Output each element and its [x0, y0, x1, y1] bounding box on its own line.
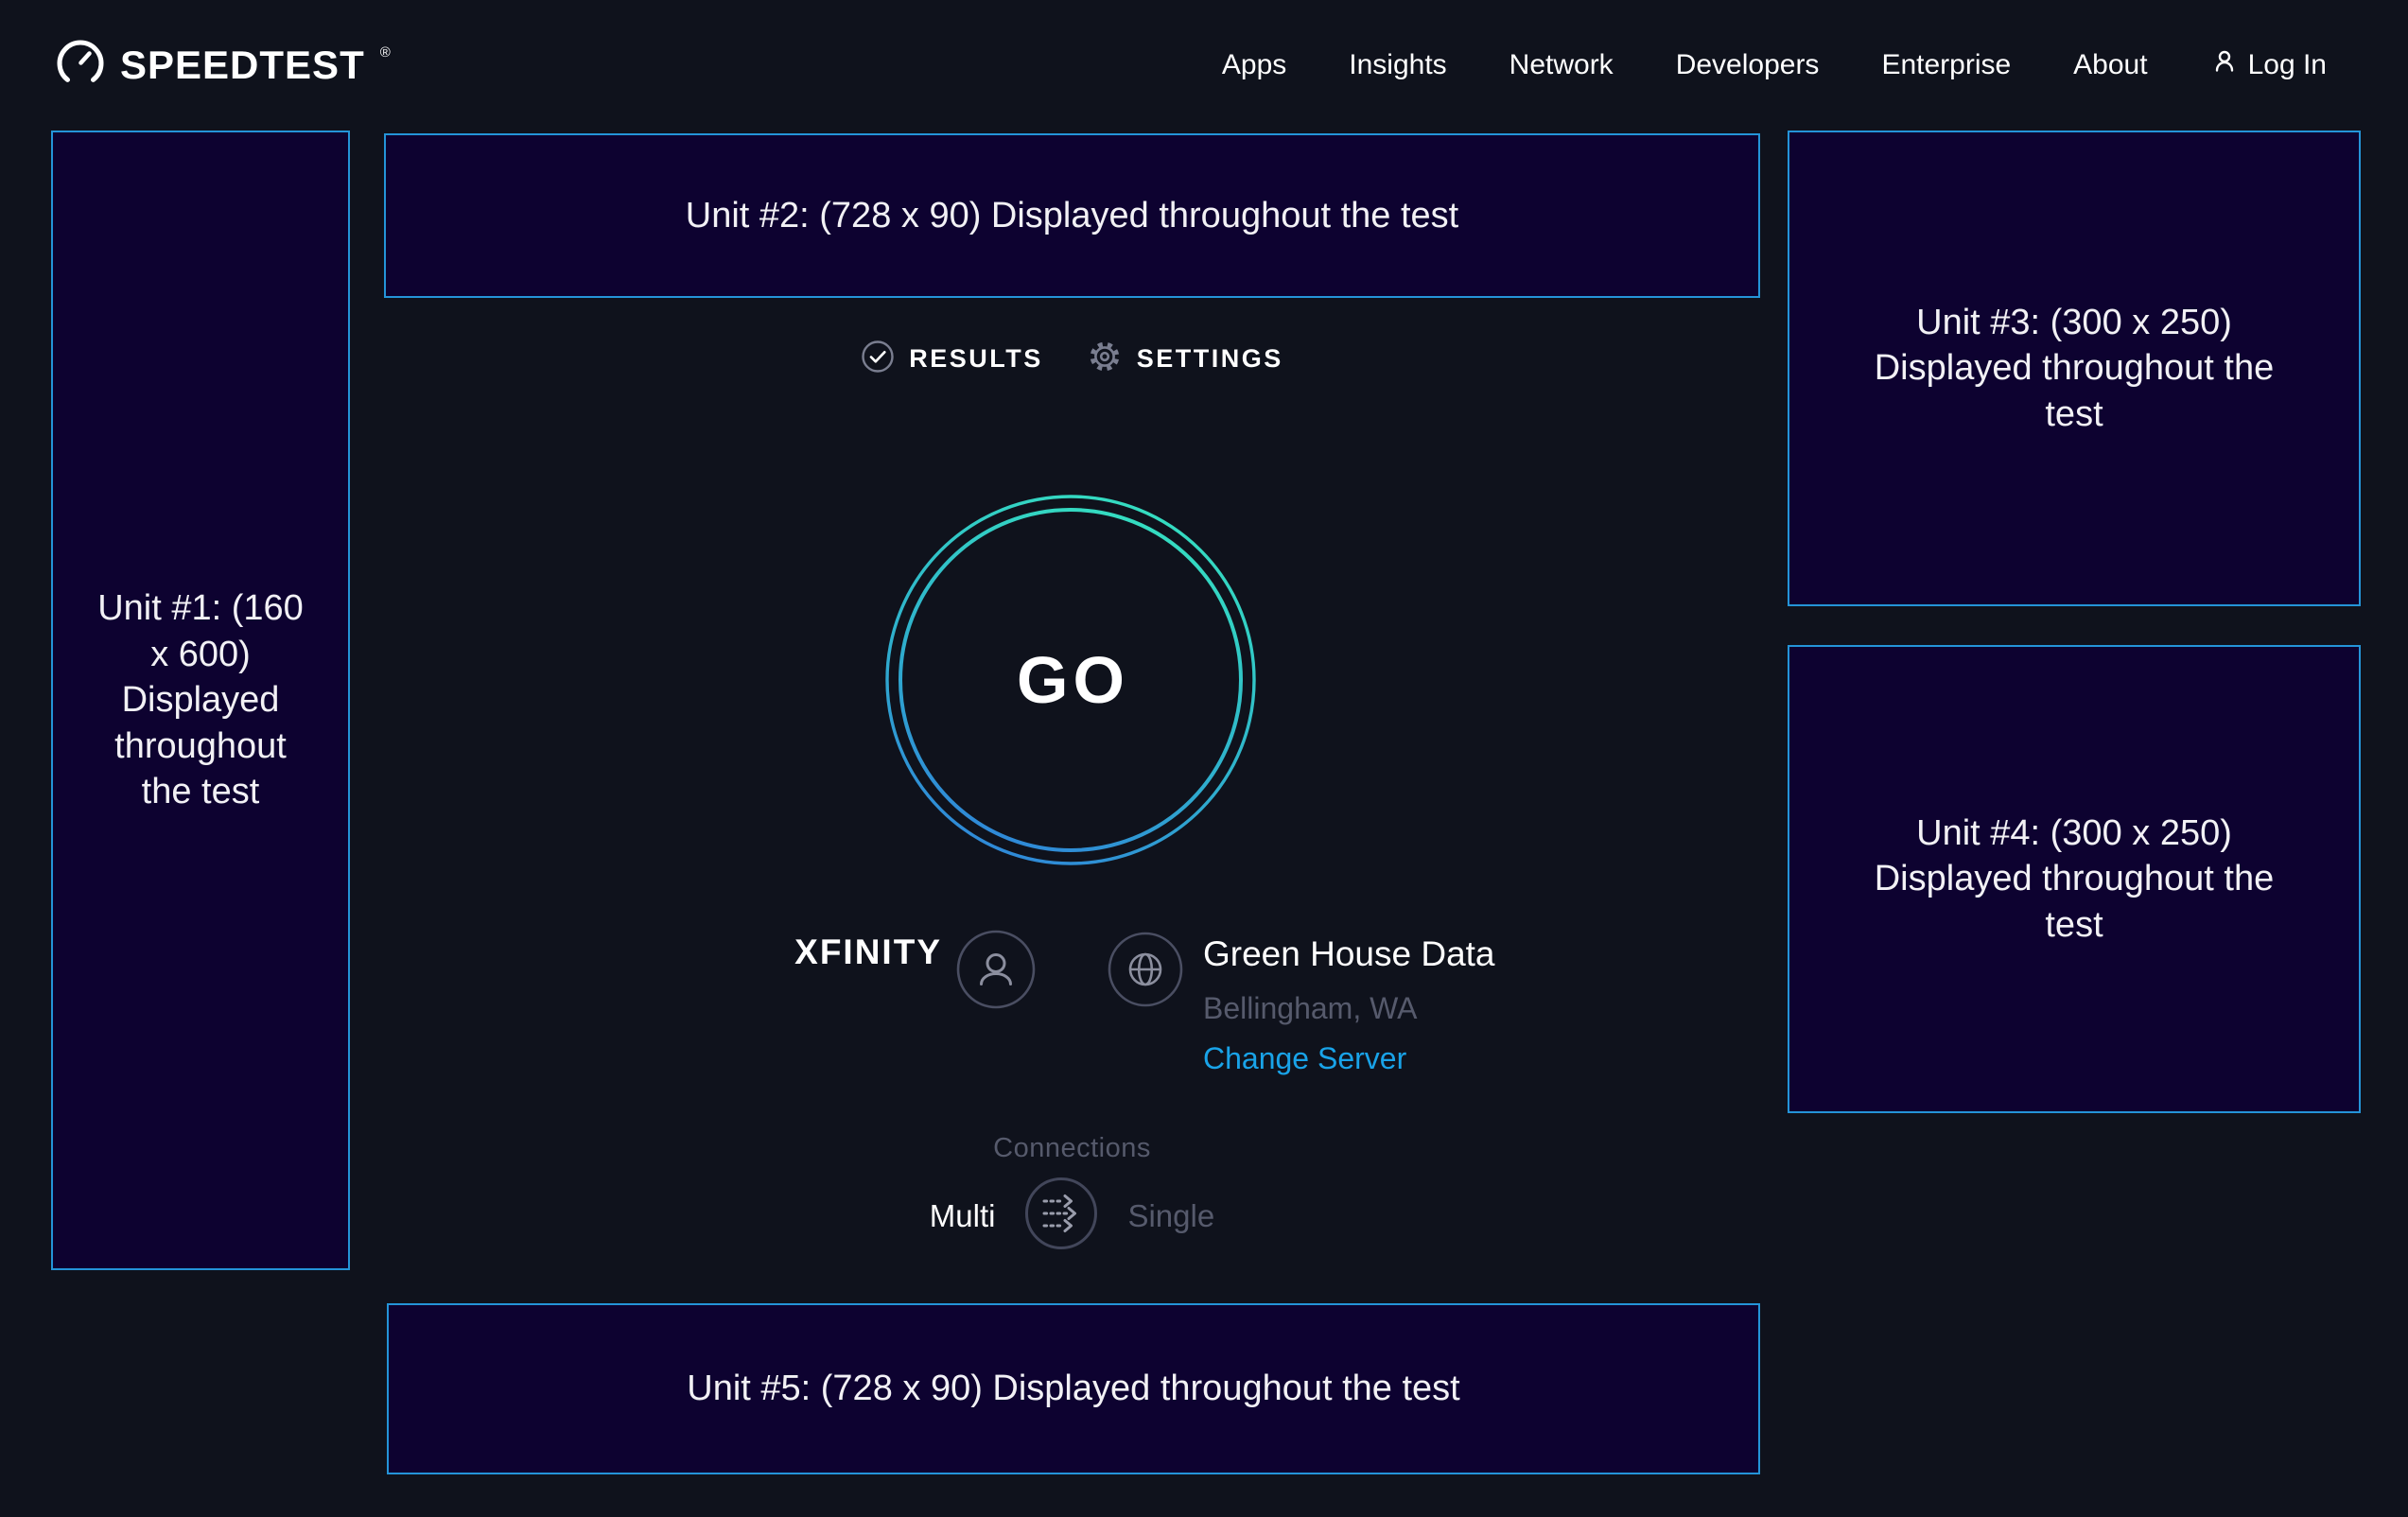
ad-unit-4-text: Unit #4: (300 x 250) Displayed throughou…: [1866, 811, 2282, 949]
nav-item-network[interactable]: Network: [1509, 49, 1614, 81]
login-label: Log In: [2248, 49, 2327, 81]
nav-menu: Apps Insights Network Developers Enterpr…: [1222, 47, 2327, 83]
nav-item-apps[interactable]: Apps: [1222, 49, 1286, 81]
user-icon: [2210, 47, 2239, 83]
nav-item-enterprise[interactable]: Enterprise: [1881, 49, 2011, 81]
server-name: Green House Data: [1203, 934, 1495, 974]
ad-unit-1-text: Unit #1: (160 x 600) Displayed throughou…: [87, 585, 314, 815]
connections-option-single[interactable]: Single: [1127, 1198, 1214, 1234]
check-circle-icon: [861, 340, 895, 378]
ad-unit-1[interactable]: Unit #1: (160 x 600) Displayed throughou…: [51, 131, 350, 1270]
trademark-symbol: ®: [380, 44, 391, 61]
ad-unit-5-text: Unit #5: (728 x 90) Displayed throughout…: [687, 1366, 1459, 1412]
connections-heading: Connections: [384, 1133, 1760, 1164]
tab-results[interactable]: RESULTS: [861, 340, 1043, 378]
server-info: Green House Data Bellingham, WA Change S…: [1203, 934, 1495, 1076]
ad-unit-2-text: Unit #2: (728 x 90) Displayed throughout…: [686, 193, 1458, 239]
globe-icon[interactable]: [1108, 932, 1183, 1012]
tab-settings[interactable]: SETTINGS: [1087, 339, 1283, 379]
go-label: GO: [884, 494, 1257, 866]
nav-item-about[interactable]: About: [2073, 49, 2147, 81]
tab-results-label: RESULTS: [909, 344, 1043, 374]
connections-toggle-row: Multi Single: [384, 1176, 1760, 1256]
tab-bar: RESULTS SETTINGS: [384, 339, 1760, 379]
login-button[interactable]: Log In: [2210, 47, 2327, 83]
ad-unit-2[interactable]: Unit #2: (728 x 90) Displayed throughout…: [384, 133, 1760, 298]
ad-unit-4[interactable]: Unit #4: (300 x 250) Displayed throughou…: [1788, 645, 2361, 1113]
tab-settings-label: SETTINGS: [1137, 344, 1283, 374]
top-nav-bar: SPEEDTEST ® Apps Insights Network Develop…: [0, 0, 2408, 131]
go-button[interactable]: GO: [884, 494, 1257, 866]
nav-item-insights[interactable]: Insights: [1349, 49, 1446, 81]
speedometer-icon: [54, 37, 107, 95]
ad-unit-5[interactable]: Unit #5: (728 x 90) Displayed throughout…: [387, 1303, 1760, 1474]
ad-unit-3-text: Unit #3: (300 x 250) Displayed throughou…: [1866, 300, 2282, 438]
speedtest-page: SPEEDTEST ® Apps Insights Network Develop…: [0, 0, 2408, 1517]
isp-name[interactable]: XFINITY: [605, 933, 942, 972]
speedtest-logo[interactable]: SPEEDTEST ®: [54, 37, 391, 95]
change-server-link[interactable]: Change Server: [1203, 1041, 1495, 1076]
brand-name: SPEEDTEST: [120, 43, 365, 88]
ad-unit-3[interactable]: Unit #3: (300 x 250) Displayed throughou…: [1788, 131, 2361, 606]
gear-icon: [1087, 339, 1123, 379]
connections-option-multi[interactable]: Multi: [930, 1198, 996, 1234]
nav-item-developers[interactable]: Developers: [1676, 49, 1820, 81]
multi-connection-icon[interactable]: [1023, 1176, 1099, 1256]
server-location: Bellingham, WA: [1203, 991, 1495, 1026]
redacted-ip-address: [742, 987, 1050, 1019]
